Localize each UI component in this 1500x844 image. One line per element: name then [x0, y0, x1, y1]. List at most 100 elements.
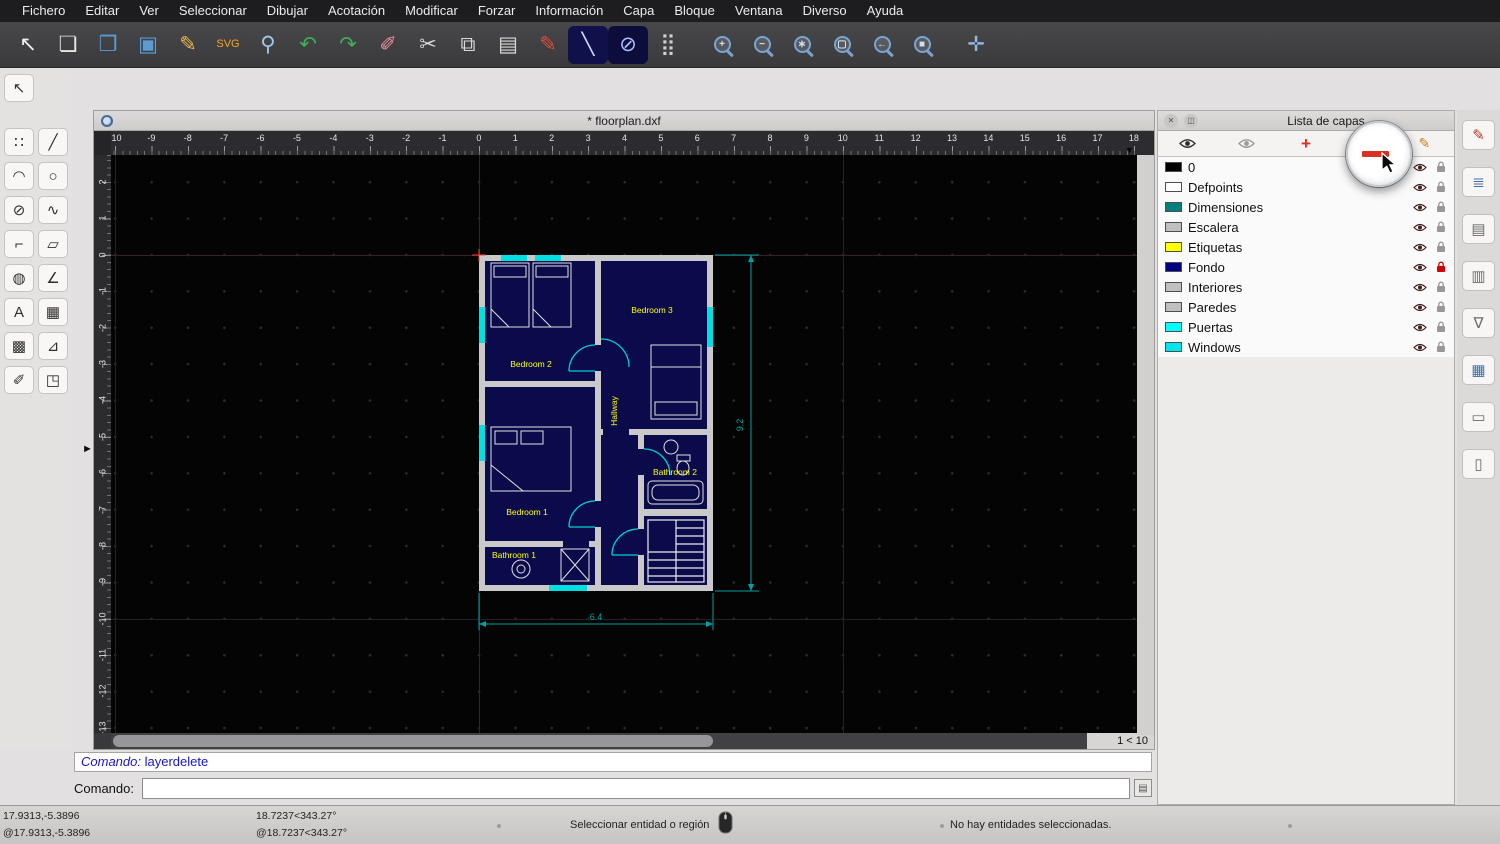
fill-tool[interactable]: ▩ [4, 332, 34, 360]
spline-tool[interactable]: ∿ [38, 196, 68, 224]
clipboard-panel-button[interactable]: ▯ [1462, 449, 1495, 479]
svg-export-button[interactable]: SVG [208, 26, 248, 64]
dimension-tool[interactable]: ∠ [38, 264, 68, 292]
copy-button[interactable]: ⧉ [448, 26, 488, 64]
float-panel-button[interactable]: ◫ [1184, 113, 1198, 128]
layer-visibility-icon[interactable] [1413, 203, 1427, 212]
menu-item[interactable]: Editar [75, 0, 129, 22]
menu-item[interactable]: Acotación [318, 0, 395, 22]
eraser-button[interactable]: ✐ [368, 26, 408, 64]
panel-collapse-handle[interactable]: ► [82, 443, 93, 455]
layer-lock-icon[interactable] [1436, 241, 1447, 253]
layer-lock-icon[interactable] [1436, 301, 1447, 313]
command-options-button[interactable]: ▤ [1134, 779, 1152, 797]
menu-item[interactable]: Forzar [468, 0, 526, 22]
layer-row[interactable]: Fondo ✎ [1158, 257, 1454, 277]
ellipse-tool[interactable]: ⊘ [4, 196, 34, 224]
arc-tool[interactable]: ◠ [4, 162, 34, 190]
layer-lock-icon[interactable] [1436, 221, 1447, 233]
layer-visibility-icon[interactable] [1413, 243, 1427, 252]
drawing-canvas[interactable]: Bedroom 3 Bedroom 2 Hallway Bathroom 2 B… [111, 155, 1139, 735]
scrollbar-thumb[interactable] [113, 735, 713, 747]
previous-view-button[interactable]: ← [862, 26, 902, 64]
property-editor-panel-button[interactable]: ✎ [1462, 120, 1495, 150]
grid-toggle-button[interactable]: ⣿ [648, 26, 688, 64]
layer-row[interactable]: Escalera ✎ [1158, 217, 1454, 237]
layer-row[interactable]: Etiquetas ✎ [1158, 237, 1454, 257]
floorplan-drawing[interactable]: Bedroom 3 Bedroom 2 Hallway Bathroom 2 B… [471, 249, 771, 636]
layer-lock-icon[interactable] [1436, 321, 1447, 333]
hide-all-layers-button[interactable] [1217, 132, 1276, 156]
print-preview-button[interactable]: ⚲ [248, 26, 288, 64]
block-list-panel-button[interactable]: ▤ [1462, 214, 1495, 244]
line-tool-button[interactable]: ╲ [568, 25, 608, 64]
line-tool[interactable]: ╱ [38, 128, 68, 156]
menu-item[interactable]: Ayuda [857, 0, 914, 22]
pen-button[interactable]: ✎ [528, 26, 568, 64]
layer-lock-icon[interactable] [1436, 341, 1447, 353]
menu-item[interactable]: Fichero [12, 0, 75, 22]
command-input[interactable] [141, 777, 1130, 799]
menu-item[interactable]: Seleccionar [169, 0, 257, 22]
layer-visibility-icon[interactable] [1413, 303, 1427, 312]
library-browser-panel-button[interactable]: ▦ [1462, 355, 1495, 385]
isometric-tool[interactable]: ◳ [38, 366, 68, 394]
palette-select-tool-button[interactable]: ↖ [4, 74, 34, 102]
horizontal-scrollbar[interactable] [111, 733, 1089, 749]
menu-item[interactable]: Modificar [395, 0, 468, 22]
redo-button[interactable]: ↷ [328, 26, 368, 64]
add-layer-button[interactable]: + [1276, 132, 1335, 156]
zoom-window-button[interactable]: ▢ [822, 26, 862, 64]
menu-item[interactable]: Bloque [664, 0, 724, 22]
polyline-tool[interactable]: ⌐ [4, 230, 34, 258]
menu-item[interactable]: Capa [613, 0, 664, 22]
zoom-selection-button[interactable]: ■ [902, 26, 942, 64]
layer-visibility-icon[interactable] [1413, 163, 1427, 172]
hatch-tool[interactable]: ◍ [4, 264, 34, 292]
layer-lock-icon[interactable] [1436, 201, 1447, 213]
layer-visibility-icon[interactable] [1413, 263, 1427, 272]
pan-button[interactable]: ✛ [956, 26, 996, 64]
layer-row[interactable]: Puertas ✎ [1158, 317, 1454, 337]
close-panel-button[interactable]: ✕ [1164, 113, 1178, 128]
modify-tool[interactable]: ✐ [4, 366, 34, 394]
cut-button[interactable]: ✂ [408, 26, 448, 64]
menu-item[interactable]: Información [525, 0, 613, 22]
circle-tool[interactable]: ○ [38, 162, 68, 190]
measure-tool[interactable]: ⊿ [38, 332, 68, 360]
layer-row[interactable]: Paredes ✎ [1158, 297, 1454, 317]
open-file-button[interactable]: ❒ [88, 26, 128, 64]
text-tool[interactable]: A [4, 298, 34, 326]
layer-lock-icon[interactable] [1436, 261, 1447, 273]
layer-lock-icon[interactable] [1436, 181, 1447, 193]
menu-item[interactable]: Ventana [725, 0, 793, 22]
paste-button[interactable]: ▤ [488, 26, 528, 64]
layer-list-panel-button[interactable]: ≣ [1462, 167, 1495, 197]
layer-visibility-icon[interactable] [1413, 323, 1427, 332]
menu-item[interactable]: Dibujar [257, 0, 318, 22]
layer-lock-icon[interactable] [1436, 281, 1447, 293]
vertical-scrollbar[interactable] [1137, 155, 1154, 735]
layer-visibility-icon[interactable] [1413, 283, 1427, 292]
snap-grid-tool[interactable]: ∷ [4, 128, 34, 156]
ellipse-tool-button[interactable]: ⊘ [608, 25, 648, 64]
layer-row[interactable]: Interiores ✎ [1158, 277, 1454, 297]
layer-lock-icon[interactable] [1436, 161, 1447, 173]
show-all-layers-button[interactable] [1158, 132, 1217, 156]
auto-zoom-button[interactable]: ∗ [782, 26, 822, 64]
menu-item[interactable]: Ver [129, 0, 169, 22]
layer-row[interactable]: Dimensiones ✎ [1158, 197, 1454, 217]
undo-button[interactable]: ↶ [288, 26, 328, 64]
layer-visibility-icon[interactable] [1413, 183, 1427, 192]
select-tool-button[interactable]: ↖ [8, 26, 48, 64]
polygon-tool[interactable]: ▱ [38, 230, 68, 258]
selection-filter-panel-button[interactable]: ∇ [1462, 308, 1495, 338]
command-line-panel-button[interactable]: ▭ [1462, 402, 1495, 432]
layer-visibility-icon[interactable] [1413, 343, 1427, 352]
save-file-button[interactable]: ▣ [128, 26, 168, 64]
layer-row[interactable]: Windows ✎ [1158, 337, 1454, 357]
menu-item[interactable]: Diverso [793, 0, 857, 22]
view-list-panel-button[interactable]: ▥ [1462, 261, 1495, 291]
layer-visibility-icon[interactable] [1413, 223, 1427, 232]
layer-row[interactable]: Defpoints ✎ [1158, 177, 1454, 197]
